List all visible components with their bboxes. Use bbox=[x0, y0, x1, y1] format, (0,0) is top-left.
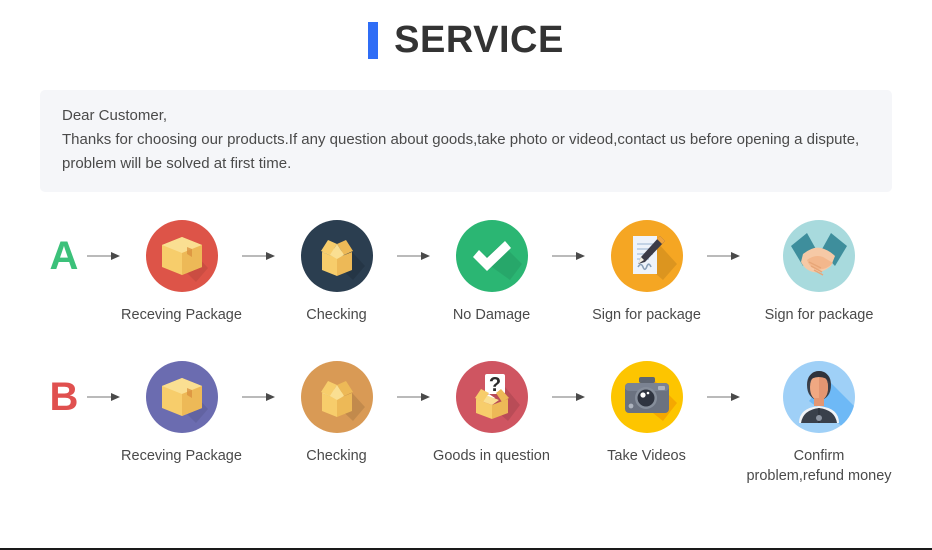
row-letter-a: A bbox=[49, 234, 79, 278]
step-b-4: Take Videos bbox=[589, 355, 704, 466]
step-a-1: Receving Package bbox=[121, 214, 242, 325]
flow-row-a: A Receving Package Checking No Damage Si… bbox=[0, 214, 932, 325]
step-a-5: Sign for package bbox=[744, 214, 894, 325]
step-label: Receving Package bbox=[121, 448, 242, 464]
package-box-icon bbox=[145, 361, 218, 433]
step-b-1: Receving Package bbox=[121, 355, 242, 466]
step-label: No Damage bbox=[452, 307, 531, 323]
step-b-2: Checking bbox=[279, 355, 394, 466]
step-b-3: ? Goods in question bbox=[433, 355, 550, 466]
arrow-right-icon bbox=[394, 361, 434, 433]
notice-line-3: problem will be solved at first time. bbox=[62, 155, 292, 172]
step-a-4: Sign for package bbox=[589, 214, 704, 325]
step-label: Checking bbox=[306, 448, 367, 464]
step-label: Receving Package bbox=[121, 307, 242, 323]
question-box-icon: ? bbox=[455, 361, 528, 433]
title-accent-bar bbox=[368, 21, 379, 59]
customer-notice-box: Dear Customer, Thanks for choosing our p… bbox=[40, 90, 892, 192]
sign-document-icon bbox=[610, 220, 683, 292]
arrow-right-icon bbox=[549, 220, 589, 292]
notice-line-2: Thanks for choosing our products.If any … bbox=[62, 131, 860, 148]
step-label: Sign for package bbox=[764, 307, 874, 323]
step-label: Goods in question bbox=[433, 448, 550, 464]
arrow-right-icon bbox=[84, 361, 124, 433]
package-box-icon bbox=[145, 220, 218, 292]
check-mark-icon bbox=[455, 220, 528, 292]
arrow-right-icon bbox=[704, 361, 744, 433]
step-label: Checking bbox=[306, 307, 367, 323]
support-agent-icon bbox=[783, 361, 855, 433]
arrow-right-icon bbox=[239, 361, 279, 433]
step-label: Take Videos bbox=[607, 448, 686, 464]
arrow-right-icon bbox=[549, 361, 589, 433]
step-a-3: No Damage bbox=[434, 214, 549, 325]
page-header: SERVICE bbox=[0, 0, 932, 61]
step-label: Sign for package bbox=[592, 307, 701, 323]
camera-icon bbox=[610, 361, 683, 433]
step-label: Confirm problem,refund money bbox=[746, 448, 892, 484]
open-box-icon bbox=[300, 361, 373, 433]
handshake-icon bbox=[783, 220, 855, 292]
arrow-right-icon bbox=[394, 220, 434, 292]
step-a-2: Checking bbox=[279, 214, 394, 325]
notice-line-1: Dear Customer, bbox=[62, 107, 168, 124]
row-letter-b: B bbox=[49, 375, 79, 419]
open-box-icon bbox=[300, 220, 373, 292]
arrow-right-icon bbox=[239, 220, 279, 292]
arrow-right-icon bbox=[704, 220, 744, 292]
flow-row-b: B Receving Package Checking ? Goods in q… bbox=[0, 355, 932, 486]
page-title: SERVICE bbox=[394, 19, 564, 61]
arrow-right-icon bbox=[84, 220, 124, 292]
step-b-5: Confirm problem,refund money bbox=[744, 355, 894, 486]
